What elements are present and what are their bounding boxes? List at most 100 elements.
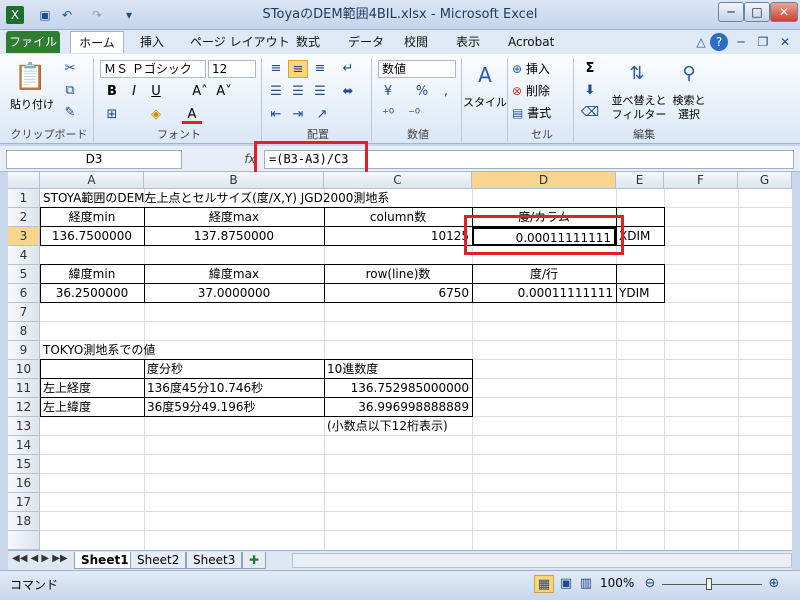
doc-minimize-icon[interactable]: ─ [732, 33, 750, 51]
cell-b11[interactable]: 136度45分10.746秒 [144, 379, 324, 398]
row-header[interactable]: 5 [8, 265, 40, 284]
font-size-select[interactable]: 12 [208, 60, 256, 78]
clear-icon[interactable]: ⌫ [580, 104, 600, 122]
row-header[interactable]: 13 [8, 417, 40, 436]
binoculars-icon[interactable]: ⚲ [676, 60, 702, 88]
minimize-button[interactable]: ─ [718, 2, 744, 22]
decrease-font-icon[interactable]: A˅ [214, 83, 234, 101]
save-icon[interactable]: ▣ [36, 6, 54, 24]
row-header[interactable]: 3 [8, 227, 40, 246]
fill-icon[interactable]: ⬇ [580, 82, 600, 100]
cell-a6[interactable]: 36.2500000 [40, 284, 144, 303]
row-header[interactable] [8, 531, 40, 550]
decrease-indent-icon[interactable]: ⇤ [266, 106, 286, 124]
cut-icon[interactable]: ✂ [60, 60, 80, 78]
align-middle-icon[interactable]: ≡ [288, 60, 308, 78]
italic-icon[interactable]: I [124, 83, 144, 101]
cell-b2[interactable]: 経度max [144, 208, 324, 227]
zoom-out-icon[interactable]: ⊖ [640, 575, 660, 593]
fill-color-icon[interactable]: ◈ [146, 106, 166, 124]
insert-cells-button[interactable]: ⊕ 挿入 [512, 60, 550, 77]
style-button[interactable]: スタイル [462, 94, 508, 110]
tab-page-layout[interactable]: ページ レイアウト [184, 31, 296, 53]
column-header-e[interactable]: E [616, 172, 664, 189]
tab-view[interactable]: 表示 [450, 31, 486, 53]
cell-a9[interactable]: TOKYO測地系での値 [40, 341, 158, 360]
style-icon[interactable]: A [470, 60, 500, 90]
zoom-slider-thumb[interactable] [706, 578, 712, 590]
cell-a12[interactable]: 左上緯度 [40, 398, 144, 417]
cell-b6[interactable]: 37.0000000 [144, 284, 324, 303]
increase-indent-icon[interactable]: ⇥ [288, 106, 308, 124]
tab-data[interactable]: データ [342, 31, 390, 53]
page-layout-view-icon[interactable]: ▣ [556, 575, 576, 593]
cell-b5[interactable]: 緯度max [144, 265, 324, 284]
column-header-c[interactable]: C [324, 172, 472, 189]
doc-close-icon[interactable]: ✕ [776, 33, 794, 51]
horizontal-scrollbar[interactable] [292, 553, 792, 568]
comma-icon[interactable]: , [436, 83, 456, 101]
font-name-select[interactable]: ＭＳ Ｐゴシック [100, 60, 206, 78]
qat-customize-icon[interactable]: ▾ [120, 6, 138, 24]
bold-icon[interactable]: B [102, 83, 122, 101]
zoom-in-icon[interactable]: ⊕ [764, 575, 784, 593]
row-header[interactable]: 11 [8, 379, 40, 398]
cell-b12[interactable]: 36度59分49.196秒 [144, 398, 324, 417]
font-color-icon[interactable]: A [182, 106, 202, 124]
cell-b10[interactable]: 度分秒 [144, 360, 324, 379]
cell-c5[interactable]: row(line)数 [324, 265, 472, 284]
increase-decimal-icon[interactable]: ⁺⁰ [378, 106, 398, 124]
column-header-b[interactable]: B [144, 172, 324, 189]
zoom-slider-track[interactable] [662, 584, 762, 585]
percent-icon[interactable]: % [412, 83, 432, 101]
cell-a11[interactable]: 左上経度 [40, 379, 144, 398]
select-button-label[interactable]: 選択 [666, 106, 712, 122]
cell-c13[interactable]: (小数点以下12桁表示) [324, 417, 451, 436]
underline-icon[interactable]: U [146, 83, 166, 101]
increase-font-icon[interactable]: A˄ [190, 83, 210, 101]
cell-a3[interactable]: 136.7500000 [40, 227, 144, 246]
delete-cells-button[interactable]: ⊗ 削除 [512, 82, 550, 99]
tab-review[interactable]: 校閲 [398, 31, 434, 53]
number-format-select[interactable]: 数値 [378, 60, 456, 78]
cell-c12[interactable]: 36.996998888889 [324, 398, 472, 417]
wrap-text-icon[interactable]: ↵ [338, 60, 358, 78]
merge-icon[interactable]: ⬌ [338, 83, 358, 101]
doc-restore-icon[interactable]: ❐ [754, 33, 772, 51]
tab-acrobat[interactable]: Acrobat [502, 31, 560, 53]
cell-d6[interactable]: 0.00011111111 [472, 284, 616, 303]
undo-icon[interactable]: ↶ [58, 6, 76, 24]
cell-e6[interactable]: YDIM [616, 284, 664, 303]
tab-insert[interactable]: 挿入 [134, 31, 170, 53]
align-right-icon[interactable]: ☰ [310, 83, 330, 101]
paste-button[interactable]: 貼り付け [8, 96, 56, 112]
tab-formulas[interactable]: 数式 [290, 31, 326, 53]
sheet-tab-3[interactable]: Sheet3 [186, 552, 243, 569]
row-header[interactable]: 17 [8, 493, 40, 512]
row-header[interactable]: 10 [8, 360, 40, 379]
row-header[interactable]: 7 [8, 303, 40, 322]
align-top-icon[interactable]: ≡ [266, 60, 286, 78]
row-header[interactable]: 9 [8, 341, 40, 360]
cell-d5[interactable]: 度/行 [472, 265, 616, 284]
new-sheet-icon[interactable]: ✚ [242, 552, 267, 569]
cell-a2[interactable]: 経度min [40, 208, 144, 227]
row-header[interactable]: 6 [8, 284, 40, 303]
accounting-icon[interactable]: ¥ [378, 83, 398, 101]
cell-c2[interactable]: column数 [324, 208, 472, 227]
cell-c10[interactable]: 10進数度 [324, 360, 472, 379]
cell-b3[interactable]: 137.8750000 [144, 227, 324, 246]
tab-home[interactable]: ホーム [70, 31, 124, 53]
decrease-decimal-icon[interactable]: ⁻⁰ [404, 106, 424, 124]
ribbon-minimize-icon[interactable]: △ [692, 33, 710, 51]
help-icon[interactable]: ? [710, 33, 728, 51]
row-header[interactable]: 18 [8, 512, 40, 531]
row-header[interactable]: 2 [8, 208, 40, 227]
row-header[interactable]: 15 [8, 455, 40, 474]
maximize-button[interactable]: □ [744, 2, 770, 22]
normal-view-icon[interactable]: ▦ [534, 575, 554, 593]
row-header[interactable]: 16 [8, 474, 40, 493]
border-icon[interactable]: ⊞ [102, 106, 122, 124]
redo-icon[interactable]: ↷ [88, 6, 106, 24]
format-cells-button[interactable]: ▤ 書式 [512, 104, 551, 121]
